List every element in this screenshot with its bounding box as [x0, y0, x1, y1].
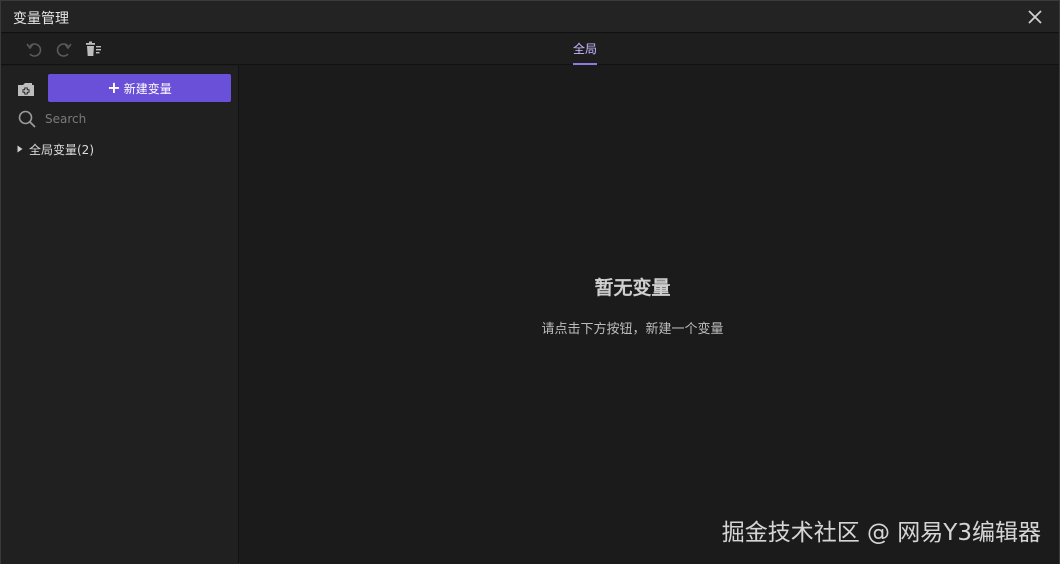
plus-icon: + [107, 78, 121, 97]
window-title: 变量管理 [13, 11, 69, 27]
caret-right-icon[interactable] [15, 144, 25, 154]
empty-state-title: 暂无变量 [594, 277, 671, 299]
tab-global[interactable]: 全局 [573, 40, 598, 65]
folder-add-icon [18, 83, 34, 96]
redo-icon [56, 43, 72, 57]
close-button[interactable] [1025, 7, 1045, 27]
undo-icon [26, 43, 42, 57]
sidebar: + 新建变量 全局变量(2) [1, 66, 239, 564]
tree-item-global-variables[interactable]: 全局变量(2) [15, 140, 94, 158]
new-variable-button[interactable]: + 新建变量 [48, 74, 231, 102]
toolbar: 全局 [1, 34, 1059, 65]
variable-manager-window: 变量管理 全局 + 新建变量 Search 全局变量(2) 暂无变量 请点击下方… [0, 0, 1060, 564]
delete-button[interactable] [84, 40, 102, 58]
new-folder-button[interactable] [15, 78, 37, 100]
new-variable-label: 新建变量 [123, 81, 172, 96]
watermark: 掘金技术社区 @ 网易Y3编辑器 [721, 520, 1041, 546]
close-icon [1028, 10, 1042, 24]
main-panel: 暂无变量 请点击下方按钮，新建一个变量 [240, 66, 1059, 564]
search-input[interactable] [45, 109, 231, 129]
tree-item-label: 全局变量(2) [29, 142, 94, 157]
title-bar: 变量管理 [1, 1, 1059, 33]
empty-state-hint: 请点击下方按钮，新建一个变量 [541, 322, 724, 337]
undo-button[interactable] [25, 40, 43, 58]
redo-button[interactable] [55, 40, 73, 58]
trash-icon [86, 41, 101, 56]
search-row [15, 108, 231, 130]
search-icon [17, 109, 37, 129]
